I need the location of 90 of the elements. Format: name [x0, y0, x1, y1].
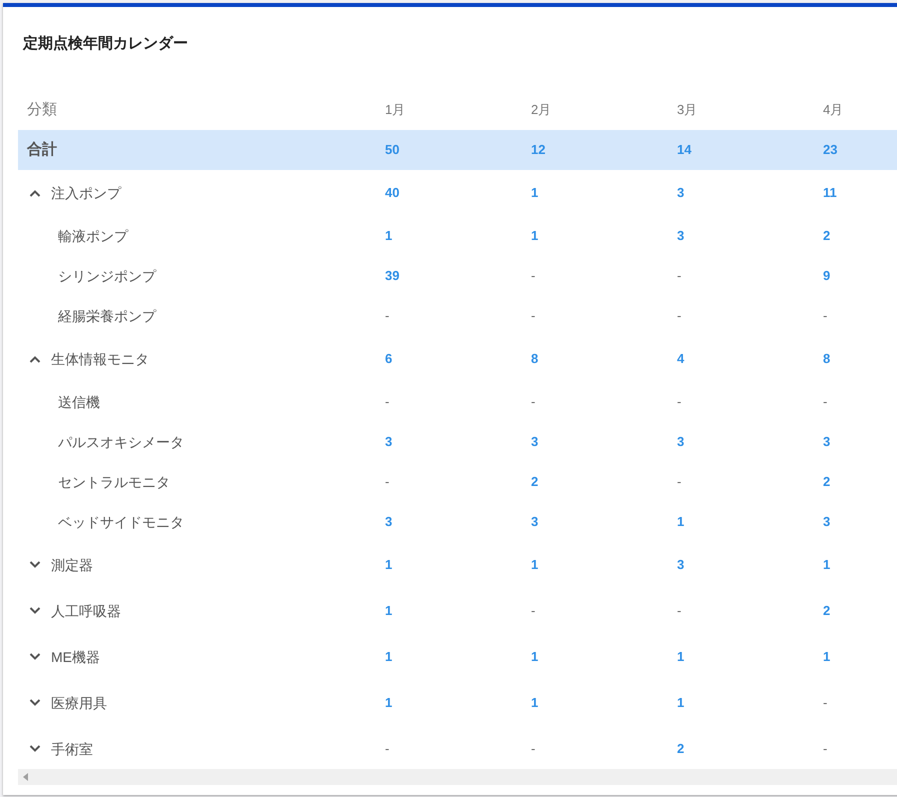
table-cell-text: 3 — [823, 433, 830, 452]
table-cell-text: 50 — [385, 141, 400, 160]
subcategory-label: ベッドサイドモニタ — [58, 512, 184, 532]
column-header: 4月 — [823, 101, 844, 120]
table-cell-text: 12 — [531, 141, 546, 160]
chevron-down-icon[interactable] — [29, 561, 41, 569]
table-cell-text: - — [385, 393, 390, 412]
table-cell-text: 1 — [531, 227, 538, 246]
column-header: 1月 — [385, 101, 406, 120]
category-label: ME機器 — [51, 648, 100, 666]
chevron-down-icon[interactable] — [29, 607, 41, 615]
table-cell-text: 2 — [677, 740, 684, 758]
column-header: 3月 — [677, 101, 698, 120]
table-cell-text: 8 — [823, 350, 830, 368]
table-cell-text: 3 — [677, 227, 684, 246]
table-cell-text: 3 — [531, 433, 538, 452]
category-label: 測定器 — [51, 556, 93, 574]
column-header: 2月 — [531, 101, 552, 120]
subcategory-label: セントラルモニタ — [58, 472, 170, 492]
table-cell-text: 3 — [677, 433, 684, 452]
row-label: 合計 — [27, 140, 57, 160]
chevron-down-icon[interactable] — [29, 653, 41, 661]
table-cell-text: 2 — [823, 227, 830, 246]
table-cell-text: - — [385, 307, 390, 326]
horizontal-scrollbar[interactable] — [18, 769, 897, 785]
table-cell-text: 3 — [531, 513, 538, 532]
table-cell-text: 3 — [677, 184, 684, 202]
subcategory-label: シリンジポンプ — [58, 266, 156, 286]
table-cell-text: 23 — [823, 141, 838, 160]
table-cell-text: - — [823, 740, 828, 758]
category-label: 医療用具 — [51, 694, 107, 712]
table-cell-text: - — [823, 694, 828, 712]
column-header: 分類 — [27, 100, 57, 120]
chevron-down-icon[interactable] — [29, 699, 41, 707]
table-cell-text: - — [531, 602, 536, 620]
table-cell-text: 1 — [677, 513, 684, 532]
table-cell-text: 2 — [531, 473, 538, 492]
table-cell-text: 1 — [823, 556, 830, 574]
subcategory-label: 送信機 — [58, 392, 100, 412]
category-label: 人工呼吸器 — [51, 602, 121, 620]
table-cell-text: - — [385, 473, 390, 492]
table-cell-text: 1 — [677, 694, 684, 712]
chevron-up-icon[interactable] — [29, 189, 41, 197]
table-cell-text: 9 — [823, 267, 830, 286]
table-cell-text: 3 — [823, 513, 830, 532]
subcategory-label: 輸液ポンプ — [58, 226, 128, 246]
table-cell-text: - — [677, 393, 682, 412]
category-label: 生体情報モニタ — [51, 350, 149, 368]
card-title: 定期点検年間カレンダー — [23, 35, 188, 52]
table-cell-text: 1 — [531, 556, 538, 574]
subcategory-label: 経腸栄養ポンプ — [58, 306, 156, 326]
table-cell-text: - — [531, 267, 536, 286]
table-cell-text: 1 — [385, 227, 392, 246]
table-cell-text: 1 — [823, 648, 830, 666]
table-cell-text: 3 — [677, 556, 684, 574]
table-cell-text: 14 — [677, 141, 692, 160]
table-cell-text: - — [823, 393, 828, 412]
table-cell-text: 11 — [823, 184, 837, 202]
subcategory-label: パルスオキシメータ — [58, 432, 184, 452]
table-cell-text: 1 — [677, 648, 684, 666]
chevron-up-icon[interactable] — [29, 355, 41, 363]
table-cell-text: 1 — [385, 648, 392, 666]
table-cell-text: 3 — [385, 433, 392, 452]
table-cell-text: 3 — [385, 513, 392, 532]
table-cell-text: - — [531, 307, 536, 326]
table-cell-text: - — [677, 307, 682, 326]
table-cell-text: - — [677, 267, 682, 286]
table-cell-text: 1 — [531, 648, 538, 666]
table-cell-text: 4 — [677, 350, 684, 368]
table-cell-text: 8 — [531, 350, 538, 368]
table-cell-text: 1 — [531, 184, 538, 202]
table-cell-text: - — [531, 393, 536, 412]
table-cell-text: - — [823, 307, 828, 326]
table-cell-text: 6 — [385, 350, 392, 368]
category-label: 注入ポンプ — [51, 184, 121, 202]
chevron-down-icon[interactable] — [29, 745, 41, 753]
table-cell-text: 1 — [385, 602, 392, 620]
table-cell-text: 2 — [823, 473, 830, 492]
table-cell-text: - — [677, 473, 682, 492]
table-cell-text: - — [385, 740, 390, 758]
table-cell-text: - — [677, 602, 682, 620]
table-cell-text: 1 — [531, 694, 538, 712]
table-cell-text: 1 — [385, 694, 392, 712]
category-label: 手術室 — [51, 740, 93, 758]
table-cell-text: 2 — [823, 602, 830, 620]
table-cell-text: 1 — [385, 556, 392, 574]
table-cell-text: 40 — [385, 184, 400, 202]
table-cell-text: - — [531, 740, 536, 758]
table-cell-text: 39 — [385, 267, 400, 286]
total-row[interactable]: 合計 50 12 14 23 — [18, 130, 897, 170]
